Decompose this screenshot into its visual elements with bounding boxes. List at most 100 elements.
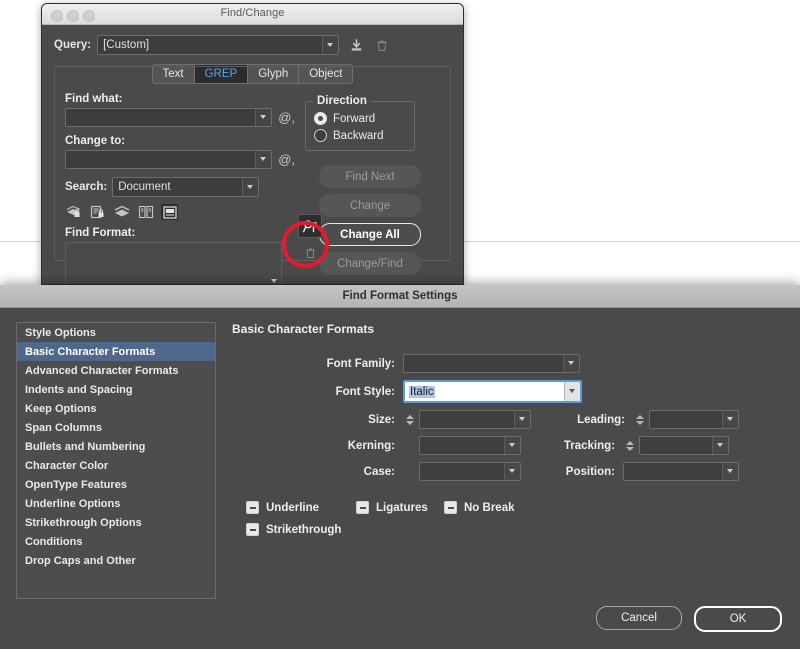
font-style-label: Font Style: xyxy=(335,385,395,398)
annotation-circle xyxy=(282,221,329,268)
leading-dropdown[interactable] xyxy=(649,410,739,429)
ok-button[interactable]: OK xyxy=(694,606,782,632)
query-label: Query: xyxy=(54,39,92,51)
search-scope-toggles[interactable] xyxy=(65,204,295,220)
position-dropdown[interactable] xyxy=(623,462,739,481)
sidebar-item-keep-options[interactable]: Keep Options xyxy=(17,399,215,418)
search-scope-dropdown[interactable]: Document xyxy=(112,177,260,197)
find-change-titlebar[interactable]: Find/Change xyxy=(42,4,463,25)
trash-icon[interactable] xyxy=(373,36,391,54)
checkbox-no-break[interactable]: No Break xyxy=(444,501,515,514)
change-button[interactable]: Change xyxy=(319,194,421,217)
size-stepper[interactable] xyxy=(403,411,416,428)
at-menu-icon[interactable]: @, xyxy=(278,111,295,124)
chevron-down-icon[interactable] xyxy=(242,178,259,196)
case-position-row: Case: Position: xyxy=(232,462,784,481)
find-what-input[interactable] xyxy=(65,108,273,127)
sidebar-item-advanced-character-formats[interactable]: Advanced Character Formats xyxy=(17,361,215,380)
leading-label: Leading: xyxy=(577,413,625,426)
character-format-checkboxes: Underline Ligatures No Break Strikethrou… xyxy=(246,501,784,536)
sidebar-item-drop-caps-and-other[interactable]: Drop Caps and Other xyxy=(17,551,215,570)
case-label: Case: xyxy=(363,465,395,478)
checkbox-ligatures-box[interactable] xyxy=(356,501,369,514)
find-format-settings-dialog[interactable]: Find Format Settings Style Options Basic… xyxy=(0,285,800,649)
size-dropdown[interactable] xyxy=(419,410,531,429)
sidebar-item-basic-character-formats[interactable]: Basic Character Formats xyxy=(17,342,215,361)
query-value: [Custom] xyxy=(103,39,150,51)
radio-backward[interactable]: Backward xyxy=(314,129,406,142)
include-master-pages-icon[interactable] xyxy=(137,204,154,220)
chevron-down-icon[interactable] xyxy=(722,411,738,428)
sidebar-item-bullets-and-numbering[interactable]: Bullets and Numbering xyxy=(17,437,215,456)
leading-stepper[interactable] xyxy=(633,411,646,428)
include-hidden-layers-icon[interactable] xyxy=(113,204,130,220)
font-style-input[interactable]: Italic xyxy=(403,380,582,403)
tracking-stepper[interactable] xyxy=(623,437,636,454)
include-footnotes-icon[interactable] xyxy=(161,204,178,220)
sidebar-item-style-options[interactable]: Style Options xyxy=(17,323,215,342)
size-label: Size: xyxy=(368,413,395,426)
at-menu-icon[interactable]: @, xyxy=(278,153,295,166)
chevron-down-icon[interactable] xyxy=(712,437,728,454)
radio-forward-indicator[interactable] xyxy=(314,112,327,125)
save-query-icon[interactable] xyxy=(347,36,365,54)
find-format-display[interactable] xyxy=(65,242,282,284)
tracking-dropdown[interactable] xyxy=(639,436,729,455)
chevron-down-icon[interactable] xyxy=(504,437,520,454)
find-change-window[interactable]: Find/Change Query: [Custom] Text GREP Gl… xyxy=(41,3,464,285)
chevron-down-icon[interactable] xyxy=(504,463,520,480)
direction-legend: Direction xyxy=(313,95,371,107)
sidebar-item-conditions[interactable]: Conditions xyxy=(17,532,215,551)
checkbox-underline[interactable]: Underline xyxy=(246,501,356,514)
position-label: Position: xyxy=(565,465,615,478)
font-family-dropdown[interactable] xyxy=(403,354,580,373)
document-guide-right xyxy=(462,241,800,242)
sidebar-item-opentype-features[interactable]: OpenType Features xyxy=(17,475,215,494)
find-format-settings-titlebar[interactable]: Find Format Settings xyxy=(0,285,800,308)
change-all-button[interactable]: Change All xyxy=(319,223,421,246)
change-find-button[interactable]: Change/Find xyxy=(319,252,421,275)
checkbox-strikethrough[interactable]: Strikethrough xyxy=(246,523,341,536)
chevron-down-icon[interactable] xyxy=(255,109,272,126)
include-locked-layers-icon[interactable] xyxy=(65,204,82,220)
include-locked-stories-icon[interactable] xyxy=(89,204,106,220)
settings-category-list[interactable]: Style Options Basic Character Formats Ad… xyxy=(16,322,216,599)
radio-backward-label: Backward xyxy=(333,129,384,142)
sidebar-item-strikethrough-options[interactable]: Strikethrough Options xyxy=(17,513,215,532)
cancel-button[interactable]: Cancel xyxy=(596,606,682,630)
find-format-settings-title: Find Format Settings xyxy=(342,290,458,302)
query-dropdown[interactable]: [Custom] xyxy=(97,35,340,55)
sidebar-item-underline-options[interactable]: Underline Options xyxy=(17,494,215,513)
sidebar-item-character-color[interactable]: Character Color xyxy=(17,456,215,475)
kerning-tracking-row: Kerning: Tracking: xyxy=(232,436,784,455)
chevron-down-icon[interactable] xyxy=(564,382,580,401)
chevron-down-icon[interactable] xyxy=(514,411,530,428)
search-scope-value: Document xyxy=(118,181,171,193)
grep-panel-left: Find what: @, Change to: @, Search: Docu… xyxy=(65,93,295,284)
chevron-down-icon[interactable] xyxy=(271,278,278,284)
settings-detail-pane: Basic Character Formats Font Family: Fon… xyxy=(216,322,784,599)
checkbox-strikethrough-box[interactable] xyxy=(246,523,259,536)
section-title: Basic Character Formats xyxy=(232,322,375,336)
font-family-label: Font Family: xyxy=(326,357,395,370)
checkbox-no-break-box[interactable] xyxy=(444,501,457,514)
find-format-label: Find Format: xyxy=(65,227,136,239)
kerning-dropdown[interactable] xyxy=(419,436,521,455)
case-dropdown[interactable] xyxy=(419,462,521,481)
radio-forward[interactable]: Forward xyxy=(314,112,406,125)
checkbox-underline-label: Underline xyxy=(266,501,320,514)
chevron-down-icon[interactable] xyxy=(722,463,738,480)
sidebar-item-span-columns[interactable]: Span Columns xyxy=(17,418,215,437)
radio-backward-indicator[interactable] xyxy=(314,129,327,142)
chevron-down-icon[interactable] xyxy=(322,36,339,54)
checkbox-ligatures[interactable]: Ligatures xyxy=(356,501,444,514)
font-style-row: Font Style: Italic xyxy=(232,380,784,403)
chevron-down-icon[interactable] xyxy=(255,151,272,168)
find-next-button[interactable]: Find Next xyxy=(319,165,421,188)
kerning-label: Kerning: xyxy=(347,439,395,452)
chevron-down-icon[interactable] xyxy=(563,355,579,372)
radio-forward-label: Forward xyxy=(333,112,376,125)
sidebar-item-indents-and-spacing[interactable]: Indents and Spacing xyxy=(17,380,215,399)
change-to-input[interactable] xyxy=(65,150,273,169)
checkbox-underline-box[interactable] xyxy=(246,501,259,514)
